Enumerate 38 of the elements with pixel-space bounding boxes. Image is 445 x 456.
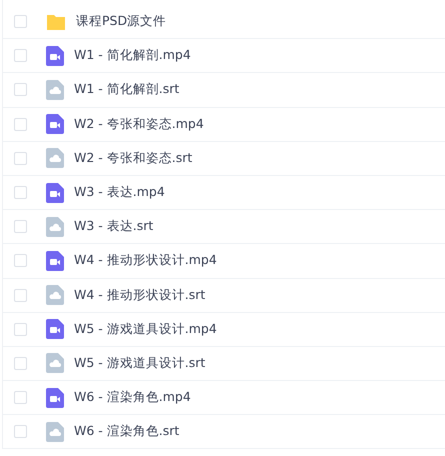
cloud-file-icon xyxy=(46,216,64,237)
cloud-file-icon xyxy=(46,80,64,100)
checkbox[interactable] xyxy=(14,322,27,336)
video-file-icon xyxy=(46,319,64,340)
file-name[interactable]: W5 - 游戏道具设计.mp4 xyxy=(74,320,217,338)
checkbox[interactable] xyxy=(14,118,27,131)
checkbox[interactable] xyxy=(14,83,27,96)
checkbox[interactable] xyxy=(14,220,27,234)
video-file-icon xyxy=(46,388,64,408)
file-name[interactable]: W4 - 推动形状设计.srt xyxy=(74,286,206,304)
checkbox[interactable] xyxy=(14,288,27,302)
file-name[interactable]: W3 - 表达.srt xyxy=(74,218,154,236)
checkbox[interactable] xyxy=(14,49,27,62)
file-name[interactable]: W6 - 渲染角色.srt xyxy=(74,423,180,440)
file-name[interactable]: W1 - 简化解剖.srt xyxy=(74,81,180,98)
video-file-icon xyxy=(46,114,64,134)
video-file-icon xyxy=(46,182,64,203)
file-name[interactable]: W2 - 夸张和姿态.srt xyxy=(74,150,192,167)
video-file-icon xyxy=(46,46,64,66)
checkbox[interactable] xyxy=(14,391,27,404)
file-name[interactable]: W3 - 表达.mp4 xyxy=(74,184,165,202)
file-name[interactable]: W6 - 渲染角色.mp4 xyxy=(74,389,191,406)
cloud-file-icon xyxy=(46,285,64,306)
checkbox[interactable] xyxy=(14,186,27,200)
file-name[interactable]: W2 - 夸张和姿态.mp4 xyxy=(74,116,204,133)
cloud-file-icon xyxy=(46,422,64,442)
cloud-file-icon xyxy=(46,353,64,374)
video-file-icon xyxy=(46,250,64,271)
checkbox[interactable] xyxy=(14,15,27,28)
checkbox[interactable] xyxy=(14,152,27,165)
checkbox[interactable] xyxy=(14,425,27,438)
file-name[interactable]: W5 - 游戏道具设计.srt xyxy=(74,354,206,372)
file-name[interactable]: W4 - 推动形状设计.mp4 xyxy=(74,252,217,270)
cloud-file-icon xyxy=(46,148,64,168)
file-name[interactable]: W1 - 简化解剖.mp4 xyxy=(74,47,191,64)
checkbox[interactable] xyxy=(14,254,27,268)
file-name[interactable]: 课程PSD源文件 xyxy=(76,13,166,30)
checkbox[interactable] xyxy=(14,356,27,370)
